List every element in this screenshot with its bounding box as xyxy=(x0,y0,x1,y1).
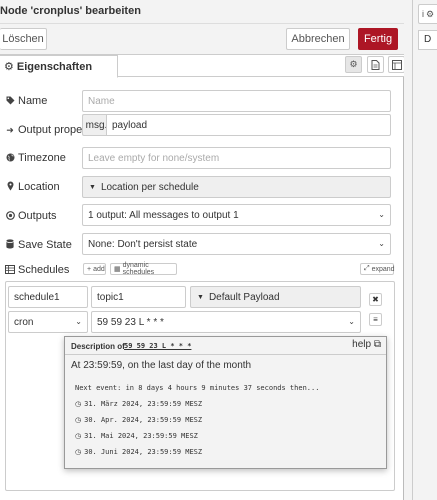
schedule-expression-input[interactable]: 59 59 23 L * * * ⌄ xyxy=(91,311,361,333)
appearance-view-button[interactable] xyxy=(388,56,405,73)
sidebar-tab-partial[interactable]: D xyxy=(418,30,437,50)
location-select[interactable]: ▼ Location per schedule xyxy=(82,176,391,198)
sidebar-separator xyxy=(412,0,413,500)
schedule-name-input[interactable]: schedule1 xyxy=(8,286,88,308)
timezone-label-text: Timezone xyxy=(18,152,66,164)
name-label: Name xyxy=(5,95,47,107)
globe-icon xyxy=(5,153,15,164)
expand-icon: ⤢ xyxy=(364,265,370,272)
clock-icon: ◷ xyxy=(75,448,82,456)
sign-out-icon: ➜ xyxy=(6,124,14,135)
outputs-label-text: Outputs xyxy=(18,210,57,222)
expand-button[interactable]: ⤢ expand xyxy=(360,263,395,275)
dot-circle-icon xyxy=(5,210,15,222)
dynamic-schedules-label: dynamic schedules xyxy=(122,262,155,276)
timezone-label: Timezone xyxy=(5,152,66,164)
save-state-label: Save State xyxy=(5,239,72,251)
edit-tray: Node 'cronplus' bearbeiten Löschen Abbre… xyxy=(0,0,405,500)
save-state-select-value: None: Don't persist state xyxy=(88,238,198,250)
location-label-text: Location xyxy=(18,181,60,193)
dynamic-schedules-button[interactable]: ▦ dynamic schedules xyxy=(110,262,177,276)
info-icon: i xyxy=(422,9,424,19)
external-link-icon: ⧉ xyxy=(373,339,381,350)
tray-header: Node 'cronplus' bearbeiten xyxy=(0,0,404,24)
output-property-input[interactable]: payload xyxy=(106,114,391,136)
name-input[interactable]: Name xyxy=(82,90,391,112)
clock-icon: ◷ xyxy=(75,400,82,408)
help-link-text: help xyxy=(352,339,372,350)
schedule-type-value: cron xyxy=(14,316,34,328)
window-icon xyxy=(391,59,402,70)
tab-properties[interactable]: ⚙ Eigenschaften xyxy=(0,55,118,78)
caret-down-icon: ▼ xyxy=(89,183,96,191)
schedule-payload-select[interactable]: ▼ Default Payload xyxy=(190,286,361,308)
chevron-down-icon: ⌄ xyxy=(378,239,385,248)
schedule-expression-value: 59 59 23 L * * * xyxy=(97,316,164,328)
plus-icon: + xyxy=(87,265,92,273)
database-icon xyxy=(5,239,15,251)
next-date-text: 31. Mai 2024, 23:59:59 MESZ xyxy=(84,432,198,440)
next-date-item: ◷ 31. Mai 2024, 23:59:59 MESZ xyxy=(75,432,198,440)
next-date-item: ◷ 30. Apr. 2024, 23:59:59 MESZ xyxy=(75,416,202,424)
next-date-text: 30. Juni 2024, 23:59:59 MESZ xyxy=(84,448,203,456)
clock-icon: ◷ xyxy=(75,432,82,440)
tray-actions: Löschen Abbrechen Fertig xyxy=(0,24,404,55)
caret-down-icon: ▼ xyxy=(197,293,204,301)
next-date-item: ◷ 31. März 2024, 23:59:59 MESZ xyxy=(75,400,202,408)
name-label-text: Name xyxy=(18,95,48,107)
schedules-label-text: Schedules xyxy=(18,264,70,276)
next-date-text: 30. Apr. 2024, 23:59:59 MESZ xyxy=(84,416,203,424)
popup-header: Description of 59 59 23 L * * * help ⧉ xyxy=(65,337,386,355)
tray-title: Node 'cronplus' bearbeiten xyxy=(0,5,141,17)
help-link[interactable]: help ⧉ xyxy=(352,339,381,350)
tag-icon xyxy=(5,96,15,107)
expand-label: expand xyxy=(371,265,395,273)
file-icon xyxy=(371,59,380,70)
map-marker-icon xyxy=(5,181,15,193)
schedule-type-select[interactable]: cron ⌄ xyxy=(8,311,88,333)
sidebar-tab-info[interactable]: i ⚙ xyxy=(418,4,437,24)
delete-button[interactable]: Löschen xyxy=(0,28,47,50)
outputs-select[interactable]: 1 output: All messages to output 1 ⌄ xyxy=(82,204,391,226)
location-label: Location xyxy=(5,181,60,193)
close-icon: ✖ xyxy=(372,295,379,304)
bug-icon: ⚙ xyxy=(426,8,435,19)
schedule-payload-value: Default Payload xyxy=(208,291,280,303)
right-sidebar: i ⚙ D xyxy=(404,0,437,500)
save-state-label-text: Save State xyxy=(18,239,72,251)
save-state-select[interactable]: None: Don't persist state ⌄ xyxy=(82,233,391,255)
next-event-text: Next event: in 8 days 4 hours 9 minutes … xyxy=(75,384,320,392)
bars-icon: ≡ xyxy=(373,315,378,324)
timezone-input[interactable]: Leave empty for none/system xyxy=(82,147,391,169)
cron-description-popup: Description of 59 59 23 L * * * help ⧉ A… xyxy=(64,336,387,469)
schedule-topic-input[interactable]: topic1 xyxy=(91,286,186,308)
clock-icon: ◷ xyxy=(75,416,82,424)
table-icon xyxy=(5,264,15,276)
properties-view-button[interactable]: ⚙ xyxy=(345,56,362,73)
chevron-down-icon: ⌄ xyxy=(378,210,385,219)
description-label: Description of xyxy=(71,342,125,351)
description-view-button[interactable] xyxy=(367,56,384,73)
tray-tabs: ⚙ Eigenschaften ⚙ xyxy=(0,55,405,78)
add-schedule-button[interactable]: + add xyxy=(83,263,106,275)
gear-icon: ⚙ xyxy=(4,61,14,73)
add-schedule-label: add xyxy=(93,265,105,273)
outputs-select-value: 1 output: All messages to output 1 xyxy=(88,209,239,221)
chevron-down-icon: ⌄ xyxy=(348,317,355,326)
remove-schedule-button[interactable]: ✖ xyxy=(369,293,382,306)
table-icon: ▦ xyxy=(114,266,121,273)
schedules-label: Schedules xyxy=(5,264,69,276)
chevron-down-icon: ⌄ xyxy=(75,317,82,326)
next-date-text: 31. März 2024, 23:59:59 MESZ xyxy=(84,400,203,408)
next-date-item: ◷ 30. Juni 2024, 23:59:59 MESZ xyxy=(75,448,202,456)
cron-summary: At 23:59:59, on the last day of the mont… xyxy=(71,360,252,371)
cancel-button[interactable]: Abbrechen xyxy=(286,28,350,50)
schedule-menu-button[interactable]: ≡ xyxy=(369,313,382,326)
description-expression: 59 59 23 L * * * xyxy=(124,342,192,350)
tab-properties-label: Eigenschaften xyxy=(16,61,93,73)
done-button[interactable]: Fertig xyxy=(358,28,398,50)
outputs-label: Outputs xyxy=(5,210,57,222)
gear-icon: ⚙ xyxy=(349,59,358,69)
location-select-value: Location per schedule xyxy=(100,181,199,193)
